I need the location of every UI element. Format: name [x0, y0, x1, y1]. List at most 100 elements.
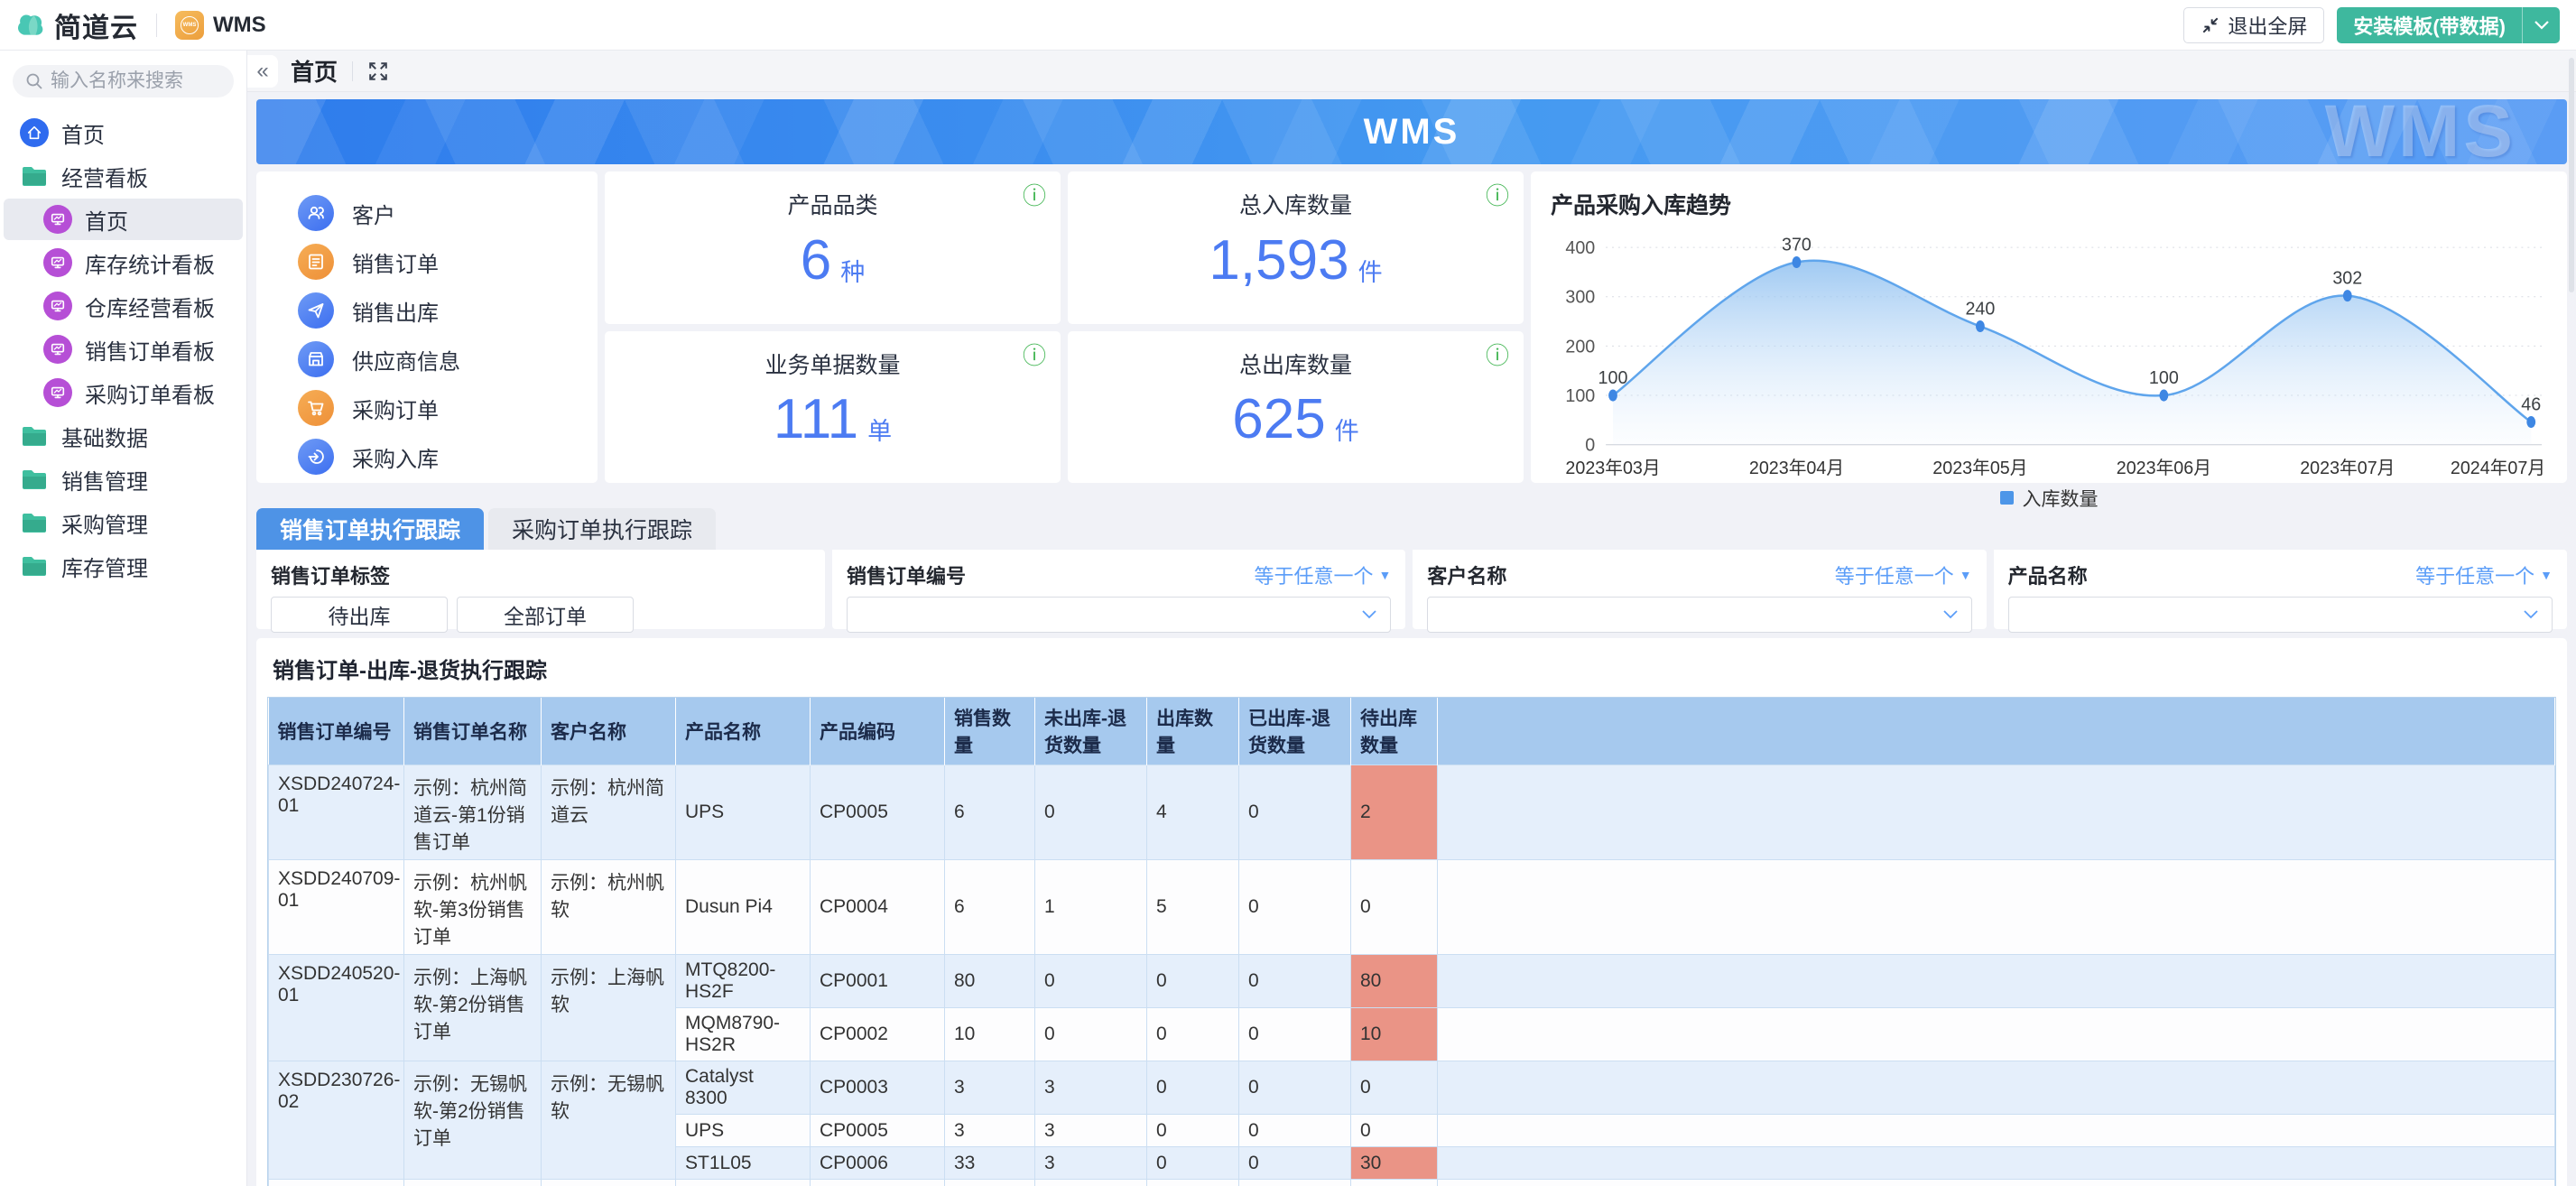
cell-out: 12 [1147, 1180, 1239, 1186]
sidebar-item-0-page[interactable]: 首页 [4, 112, 243, 153]
cell-product: MTQ8200-HS2F [676, 955, 811, 1008]
tag-button-待出库[interactable]: 待出库 [271, 597, 448, 633]
table-row[interactable]: XSDD240520-01示例：上海帆软-第2份销售订单示例：上海帆软MTQ82… [269, 955, 2555, 1008]
column-header[interactable]: 产品编码 [811, 698, 945, 765]
cell-filler [1438, 765, 2555, 860]
quick-link-采购订单[interactable]: 采购订单 [298, 390, 598, 426]
fullscreen-expand-icon[interactable] [367, 60, 389, 82]
exit-fullscreen-button[interactable]: 退出全屏 [2183, 7, 2324, 43]
stat-value: 1,593 [1209, 228, 1348, 292]
filter-label: 销售订单编号 [847, 561, 966, 589]
quick-link-供应商信息[interactable]: 供应商信息 [298, 341, 598, 377]
vertical-scrollbar[interactable] [2569, 58, 2574, 292]
sidebar-collapse-button[interactable]: « [247, 55, 278, 88]
stat-card-2: 业务单据数量 ⓘ 111 单 [605, 331, 1061, 484]
info-icon[interactable]: ⓘ [1023, 344, 1046, 367]
cell-product: UPS [676, 765, 811, 860]
cell-filler [1438, 1061, 2555, 1115]
legend-label: 入库数量 [2023, 485, 2099, 512]
sidebar-item-3-page[interactable]: 库存统计看板 [4, 242, 243, 283]
cell-customer: 示例：杭州帆软 [542, 860, 676, 955]
cell-pending: 0 [1351, 860, 1438, 955]
column-header[interactable]: 销售订单编号 [269, 698, 404, 765]
column-header[interactable]: 出库数量 [1147, 698, 1239, 765]
cell-not-out: 3 [1035, 1115, 1147, 1147]
column-header[interactable]: 销售订单名称 [404, 698, 542, 765]
home-icon [20, 118, 49, 147]
cell-pending: 0 [1351, 1180, 1438, 1186]
cell-not-out: 3 [1035, 1061, 1147, 1115]
cell-code: CP0005 [811, 1115, 945, 1147]
table-row[interactable]: XSDD240724-01示例：杭州简道云-第1份销售订单示例：杭州简道云UPS… [269, 765, 2555, 860]
info-icon[interactable]: ⓘ [1486, 344, 1509, 367]
install-template-dropdown-button[interactable] [2522, 7, 2560, 43]
filter-operator-link[interactable]: 等于任意一个▼ [1254, 561, 1391, 589]
filter-select[interactable] [2008, 597, 2553, 633]
quick-link-采购入库[interactable]: 采购入库 [298, 439, 598, 475]
table-row[interactable]: XSDD230726-02示例：无锡帆软-第2份销售订单示例：无锡帆软Catal… [269, 1061, 2555, 1115]
cell-product: UPS [676, 1115, 811, 1147]
data-label: 46 [2521, 394, 2541, 414]
stat-unit: 种 [840, 253, 865, 288]
brand-logo[interactable]: 简道云 [16, 5, 138, 45]
filter-operator-link[interactable]: 等于任意一个▼ [2415, 561, 2553, 589]
column-header[interactable]: 产品名称 [676, 698, 811, 765]
order-icon [298, 244, 334, 280]
cell-pending: 0 [1351, 1115, 1438, 1147]
cell-order-no: XSDD230726-01 [269, 1180, 404, 1186]
sidebar-item-label: 首页 [85, 204, 128, 236]
sidebar-item-7-group[interactable]: 基础数据 [4, 415, 243, 457]
dashboard-icon [43, 248, 72, 277]
customer-filter-card: 客户名称 等于任意一个▼ [1413, 550, 1986, 629]
filter-select[interactable] [1427, 597, 1971, 633]
sidebar-item-1-group[interactable]: 经营看板 [4, 155, 243, 197]
info-icon[interactable]: ⓘ [1023, 184, 1046, 208]
cell-qty: 33 [945, 1147, 1035, 1180]
sidebar-item-8-group[interactable]: 销售管理 [4, 459, 243, 500]
quick-link-销售出库[interactable]: 销售出库 [298, 292, 598, 329]
sidebar-search [13, 65, 234, 97]
quick-link-客户[interactable]: 客户 [298, 195, 598, 231]
column-header[interactable]: 未出库-退货数量 [1035, 698, 1147, 765]
cell-pending: 80 [1351, 955, 1438, 1008]
sidebar-item-2-page[interactable]: 首页 [4, 199, 243, 240]
stat-title: 产品品类 [787, 188, 877, 220]
sidebar-item-4-page[interactable]: 仓库经营看板 [4, 285, 243, 327]
table-row[interactable]: XSDD240709-01示例：杭州帆软-第3份销售订单示例：杭州帆软Dusun… [269, 860, 2555, 955]
table-row[interactable]: XSDD230726-01示例：杭州帆软-第3份销售订单示例：杭州帆软MTQ82… [269, 1180, 2555, 1186]
order-tracking-table: 销售订单编号销售订单名称客户名称产品名称产品编码销售数量未出库-退货数量出库数量… [268, 698, 2555, 1186]
app-name: WMS [213, 13, 266, 38]
chart-legend[interactable]: 入库数量 [1551, 485, 2547, 512]
column-header-filler [1438, 698, 2555, 765]
sidebar-search-input[interactable] [51, 70, 221, 92]
chart-svg: 01002003004001002023年03月3702023年04月24020… [1551, 220, 2547, 485]
column-header[interactable]: 已出库-退货数量 [1239, 698, 1351, 765]
column-header[interactable]: 销售数量 [945, 698, 1035, 765]
tab-0[interactable]: 销售订单执行跟踪 [256, 508, 484, 550]
cell-filler [1438, 1115, 2555, 1147]
tab-1[interactable]: 采购订单执行跟踪 [488, 508, 716, 550]
tag-button-全部订单[interactable]: 全部订单 [457, 597, 634, 633]
sidebar-item-9-group[interactable]: 采购管理 [4, 502, 243, 543]
quick-link-销售订单[interactable]: 销售订单 [298, 244, 598, 280]
cell-qty: 3 [945, 1061, 1035, 1115]
sidebar-item-label: 采购订单看板 [85, 377, 215, 409]
info-icon[interactable]: ⓘ [1486, 184, 1509, 208]
cell-product: MTQ8200-HS2F [676, 1180, 811, 1186]
stat-value: 625 [1232, 387, 1325, 451]
filter-select[interactable] [847, 597, 1391, 633]
sidebar-item-10-group[interactable]: 库存管理 [4, 545, 243, 587]
chart-title: 产品采购入库趋势 [1551, 188, 2547, 220]
sidebar-item-6-page[interactable]: 采购订单看板 [4, 372, 243, 413]
install-template-button[interactable]: 安装模板(带数据) [2337, 7, 2522, 43]
filter-label: 产品名称 [2008, 561, 2088, 589]
cell-order-no: XSDD240724-01 [269, 765, 404, 860]
cell-order-name: 示例：无锡帆软-第2份销售订单 [404, 1061, 542, 1180]
cell-qty: 80 [945, 955, 1035, 1008]
cell-code: CP0003 [811, 1061, 945, 1115]
table-title: 销售订单-出库-退货执行跟踪 [273, 653, 2556, 684]
column-header[interactable]: 客户名称 [542, 698, 676, 765]
sidebar-item-5-page[interactable]: 销售订单看板 [4, 329, 243, 370]
filter-operator-link[interactable]: 等于任意一个▼ [1835, 561, 1972, 589]
column-header[interactable]: 待出库数量 [1351, 698, 1438, 765]
